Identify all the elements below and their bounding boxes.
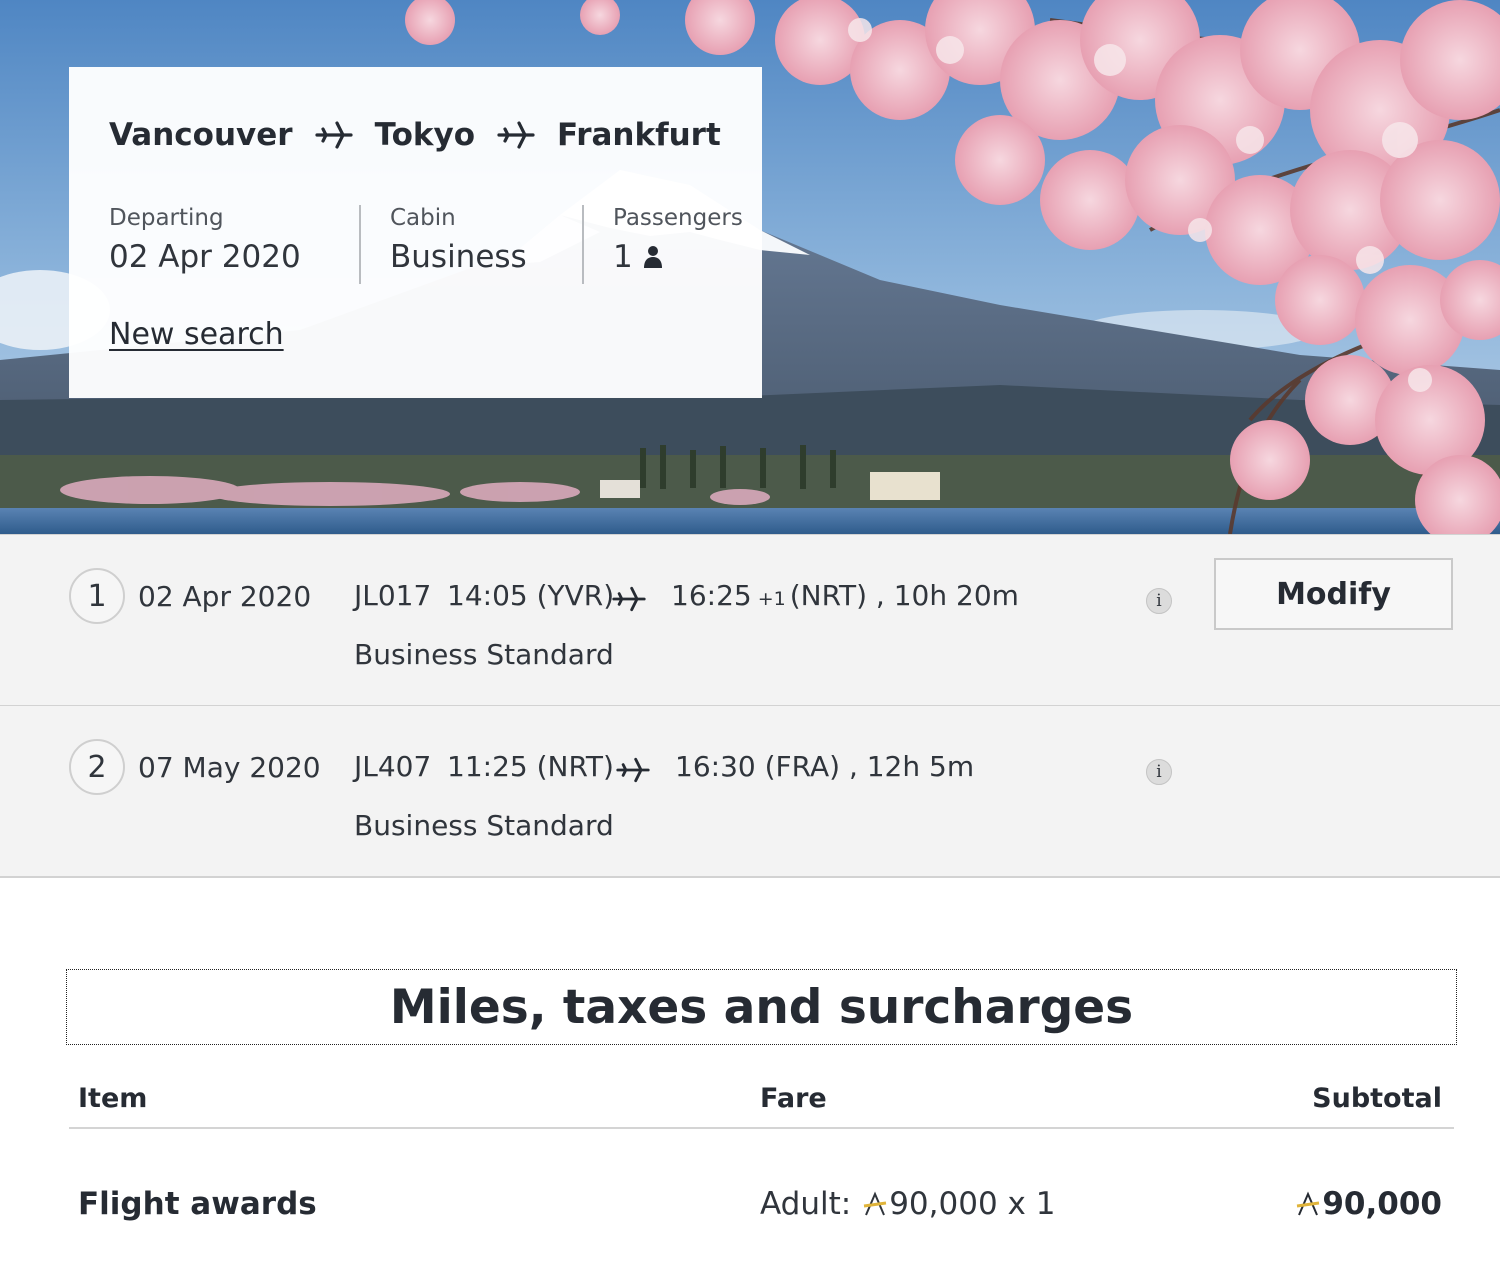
- fare-class: Business Standard: [354, 638, 614, 671]
- fare-prefix: Adult:: [760, 1186, 852, 1222]
- destination-city: Frankfurt: [557, 117, 721, 153]
- divider: [582, 205, 584, 284]
- modify-button[interactable]: Modify: [1214, 558, 1453, 630]
- column-header-fare: Fare: [760, 1083, 827, 1114]
- person-icon: [643, 245, 663, 269]
- departing-value: 02 Apr 2020: [109, 239, 301, 275]
- plane-icon: [497, 120, 535, 150]
- subtotal-value: 90,000: [1322, 1186, 1442, 1222]
- departure-time: 11:25 (NRT): [447, 750, 614, 783]
- arrival-info: 16:30 (FRA) , 12h 5m: [675, 750, 974, 783]
- leg-number: 2: [69, 739, 125, 795]
- info-icon[interactable]: i: [1146, 588, 1172, 614]
- plane-icon: [314, 120, 353, 150]
- arrival-airport-duration: (FRA) , 12h 5m: [764, 750, 975, 783]
- search-summary-card: Vancouver Tokyo Frankfurt Departing 02 A…: [69, 67, 762, 398]
- info-icon[interactable]: i: [1146, 759, 1172, 785]
- cabin-label: Cabin: [390, 205, 456, 231]
- leg-date: 02 Apr 2020: [138, 580, 312, 613]
- table-divider: [69, 1127, 1454, 1129]
- flight-number: JL017: [354, 579, 432, 612]
- arrival-airport-duration: (NRT) , 10h 20m: [789, 579, 1019, 612]
- plane-icon: [612, 582, 646, 616]
- row-subtotal: 90,000: [1296, 1186, 1442, 1222]
- new-search-link[interactable]: New search: [109, 317, 284, 352]
- row-item-name: Flight awards: [78, 1186, 317, 1222]
- leg-number: 1: [69, 568, 125, 624]
- day-offset: +1: [757, 588, 786, 610]
- departing-field: Departing 02 Apr 2020: [109, 205, 301, 285]
- miles-icon: [863, 1191, 887, 1217]
- departure-time: 14:05 (YVR): [447, 579, 615, 612]
- origin-city: Vancouver: [109, 117, 293, 153]
- departing-label: Departing: [109, 205, 224, 231]
- via-city: Tokyo: [374, 117, 476, 153]
- passengers-value-row: 1: [613, 239, 743, 275]
- column-header-item: Item: [78, 1083, 148, 1114]
- miles-icon: [1296, 1191, 1320, 1217]
- fare-class: Business Standard: [354, 809, 614, 842]
- itinerary-legs: 1 02 Apr 2020 JL017 14:05 (YVR) 16:25 +1(…: [0, 534, 1500, 878]
- row-fare: Adult: 90,000 x 1: [760, 1186, 1055, 1222]
- divider: [359, 205, 361, 284]
- flight-number: JL407: [354, 750, 432, 783]
- passengers-value: 1: [613, 239, 633, 275]
- column-header-subtotal: Subtotal: [1312, 1083, 1442, 1114]
- flight-leg: 2 07 May 2020 JL407 11:25 (NRT) 16:30 (F…: [0, 705, 1500, 878]
- cabin-field: Cabin Business: [390, 205, 527, 285]
- passengers-field: Passengers 1: [613, 205, 743, 285]
- flight-leg: 1 02 Apr 2020 JL017 14:05 (YVR) 16:25 +1(…: [0, 534, 1500, 705]
- leg-date: 07 May 2020: [138, 751, 321, 784]
- plane-icon: [616, 753, 650, 787]
- fare-value: 90,000 x 1: [889, 1186, 1056, 1222]
- hero-banner: Vancouver Tokyo Frankfurt Departing 02 A…: [0, 0, 1500, 534]
- passengers-label: Passengers: [613, 205, 743, 231]
- arrival-time: 16:30: [675, 750, 756, 783]
- arrival-time: 16:25: [671, 579, 752, 612]
- route-summary: Vancouver Tokyo Frankfurt: [109, 117, 721, 153]
- summary-title: Miles, taxes and surcharges: [66, 969, 1457, 1045]
- arrival-info: 16:25 +1 (NRT) , 10h 20m: [671, 579, 1019, 612]
- cabin-value: Business: [390, 239, 527, 275]
